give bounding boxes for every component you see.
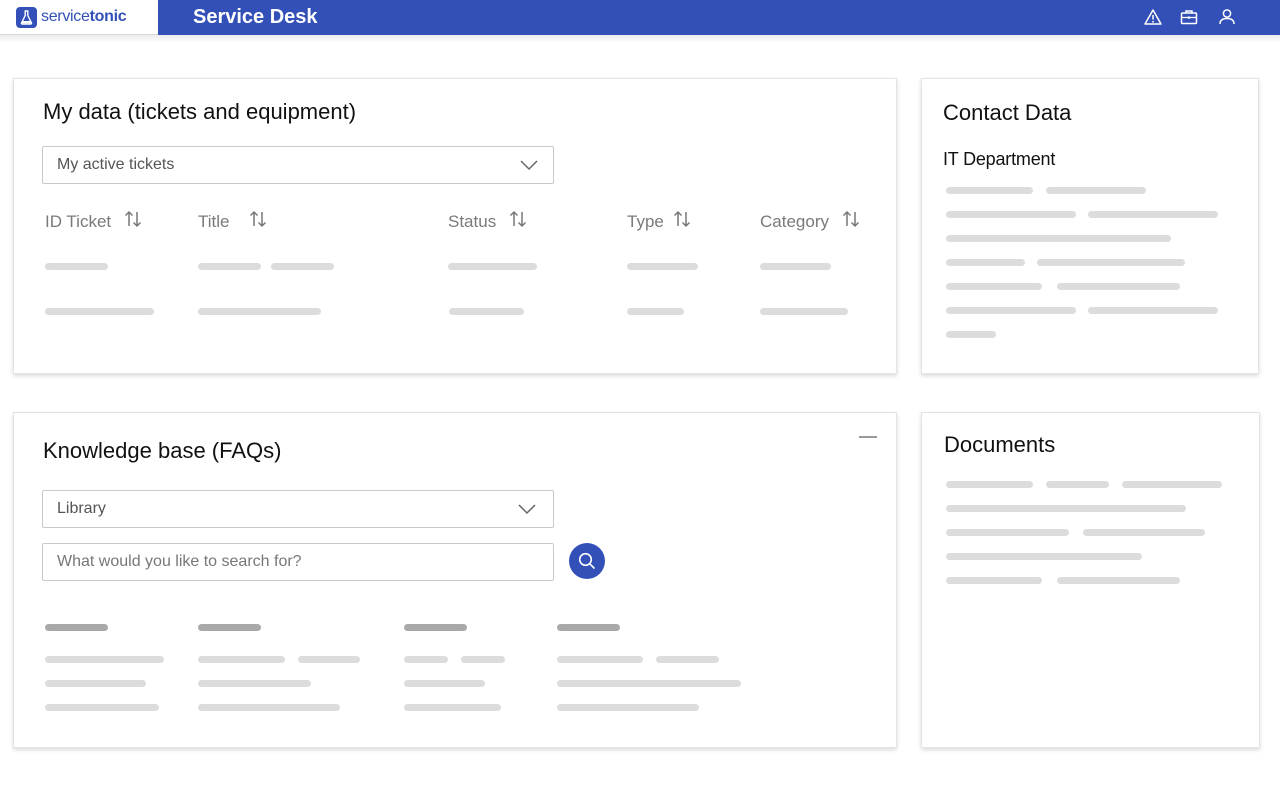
library-select[interactable]: Library — [42, 490, 554, 528]
chevron-down-icon — [517, 502, 537, 521]
column-label: ID Ticket — [45, 211, 112, 231]
skeleton-line — [1037, 259, 1185, 266]
skeleton-line — [946, 529, 1069, 536]
skeleton-line — [557, 704, 699, 711]
skeleton-line — [760, 263, 831, 270]
faq-search-input[interactable] — [42, 543, 554, 581]
column-label: Status — [448, 211, 497, 231]
sort-icon — [672, 209, 692, 234]
skeleton-line — [45, 263, 108, 270]
skeleton-line — [461, 656, 505, 663]
skeleton-line — [557, 656, 643, 663]
skeleton-line — [946, 259, 1025, 266]
skeleton-line — [946, 577, 1042, 584]
documents-title: Documents — [944, 432, 1056, 457]
skeleton-line — [45, 656, 164, 663]
skeleton-line — [946, 235, 1171, 242]
skeleton-line — [1088, 307, 1218, 314]
column-header-category[interactable]: Category — [760, 209, 861, 234]
skeleton-line — [198, 308, 321, 315]
top-bar: servicetonic Service Desk — [0, 0, 1280, 35]
skeleton-line — [404, 656, 448, 663]
minimize-icon[interactable] — [859, 436, 877, 438]
skeleton-line — [271, 263, 334, 270]
column-header-status[interactable]: Status — [448, 209, 528, 234]
contact-title: Contact Data — [943, 100, 1072, 125]
skeleton-line — [557, 680, 741, 687]
skeleton-line — [1122, 481, 1222, 488]
skeleton-line — [627, 308, 684, 315]
column-header-id-ticket[interactable]: ID Ticket — [45, 209, 143, 234]
skeleton-line — [404, 624, 467, 631]
library-select-value: Library — [57, 500, 106, 517]
column-header-title[interactable]: Title — [198, 209, 268, 234]
skeleton-line — [946, 283, 1042, 290]
tickets-filter-select[interactable]: My active tickets — [42, 146, 554, 184]
header-shadow — [0, 35, 1280, 43]
skeleton-line — [1083, 529, 1205, 536]
skeleton-line — [946, 553, 1142, 560]
app-title: Service Desk — [193, 6, 318, 28]
skeleton-line — [1046, 187, 1146, 194]
logo-text-light: service — [41, 8, 90, 25]
skeleton-line — [198, 680, 311, 687]
logo[interactable]: servicetonic — [0, 0, 158, 35]
skeleton-line — [198, 263, 261, 270]
skeleton-line — [45, 704, 159, 711]
skeleton-line — [198, 656, 285, 663]
skeleton-line — [627, 263, 698, 270]
skeleton-line — [946, 505, 1186, 512]
skeleton-line — [1057, 577, 1180, 584]
skeleton-line — [198, 624, 261, 631]
logo-text: servicetonic — [41, 8, 127, 26]
skeleton-line — [946, 187, 1033, 194]
briefcase-icon[interactable] — [1179, 7, 1199, 27]
skeleton-line — [656, 656, 719, 663]
skeleton-line — [1088, 211, 1218, 218]
sort-icon — [841, 209, 861, 234]
contact-department: IT Department — [943, 149, 1056, 169]
skeleton-line — [198, 704, 340, 711]
search-button[interactable] — [569, 543, 605, 579]
skeleton-line — [448, 263, 537, 270]
skeleton-line — [404, 680, 485, 687]
skeleton-line — [45, 680, 146, 687]
column-label: Type — [627, 211, 664, 231]
column-label: Title — [198, 211, 230, 231]
my-data-title: My data (tickets and equipment) — [43, 99, 357, 124]
column-header-type[interactable]: Type — [627, 209, 692, 234]
search-icon — [577, 551, 597, 571]
flask-icon — [16, 6, 37, 28]
skeleton-line — [760, 308, 848, 315]
skeleton-line — [946, 307, 1076, 314]
sort-icon — [248, 209, 268, 234]
skeleton-line — [45, 624, 108, 631]
skeleton-line — [1057, 283, 1180, 290]
tickets-filter-value: My active tickets — [57, 156, 175, 173]
skeleton-line — [449, 308, 524, 315]
skeleton-line — [404, 704, 501, 711]
alert-icon[interactable] — [1143, 7, 1163, 27]
logo-text-bold: tonic — [89, 8, 127, 25]
skeleton-line — [557, 624, 620, 631]
knowledge-base-title: Knowledge base (FAQs) — [43, 438, 282, 463]
chevron-down-icon — [519, 158, 539, 177]
skeleton-line — [45, 308, 154, 315]
skeleton-line — [298, 656, 360, 663]
sort-icon — [508, 209, 528, 234]
column-label: Category — [760, 211, 829, 231]
skeleton-line — [946, 211, 1076, 218]
user-icon[interactable] — [1217, 7, 1237, 27]
skeleton-line — [946, 331, 996, 338]
skeleton-line — [946, 481, 1033, 488]
skeleton-line — [1046, 481, 1109, 488]
sort-icon — [123, 209, 143, 234]
